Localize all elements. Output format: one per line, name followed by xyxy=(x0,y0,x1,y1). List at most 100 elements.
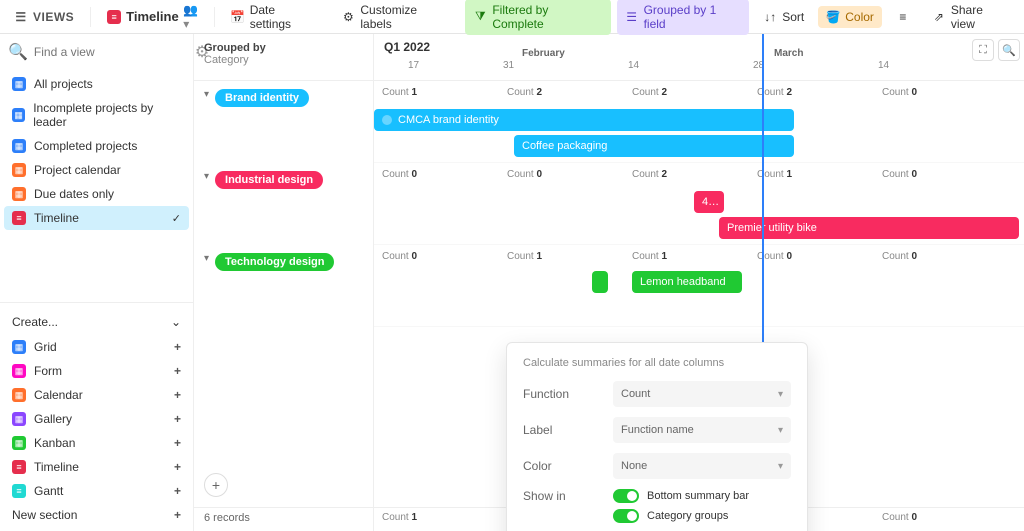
view-label: Project calendar xyxy=(34,163,121,177)
group-chip[interactable]: Technology design xyxy=(215,253,334,271)
create-calendar[interactable]: ▦Calendar+ xyxy=(4,383,189,407)
create-header[interactable]: Create... ⌄ xyxy=(4,309,189,335)
create-gantt[interactable]: ≡Gantt+ xyxy=(4,479,189,503)
color-label: Color xyxy=(845,10,874,24)
share-icon: ⇗ xyxy=(932,10,946,24)
view-item-completed[interactable]: ▦ Completed projects xyxy=(4,134,189,158)
create-timeline[interactable]: ≡Timeline+ xyxy=(4,455,189,479)
plus-icon: + xyxy=(174,484,181,498)
timeline-lane: Count 0Count 0Count 2Count 1Count 04…Pre… xyxy=(374,163,1024,245)
function-label: Function xyxy=(523,387,613,401)
views-label: VIEWS xyxy=(33,10,74,24)
count-cell: Count 1 xyxy=(374,87,499,98)
bar-label: CMCA brand identity xyxy=(398,114,499,126)
color-button[interactable]: 🪣 Color xyxy=(818,6,882,28)
timeline-bar[interactable]: Premier utility bike xyxy=(719,217,1019,239)
month-label: February xyxy=(522,48,565,59)
day-col: 28 xyxy=(749,60,874,71)
records-footer: 6 records xyxy=(194,507,373,531)
people-icon: 👥▾ xyxy=(184,10,198,24)
create-item-label: New section xyxy=(12,508,77,522)
sort-button[interactable]: ↓↑ Sort xyxy=(755,6,812,28)
count-cell: Count 1 xyxy=(624,251,749,262)
timeline-main: Q1 2022 February March 17 31 14 28 14 ⛶ … xyxy=(374,34,1024,531)
create-item-label: Timeline xyxy=(34,460,79,474)
grid-icon: ▦ xyxy=(12,139,26,153)
rows-icon: ≡ xyxy=(896,10,910,24)
search-button[interactable]: 🔍 xyxy=(998,39,1020,61)
find-view-input[interactable] xyxy=(34,45,189,59)
toggle-label: Category groups xyxy=(647,510,728,522)
timeline-icon: ≡ xyxy=(12,211,26,225)
function-select[interactable]: Count xyxy=(613,381,791,407)
filter-button[interactable]: ⧩ Filtered by Complete xyxy=(465,0,610,35)
create-item-label: Form xyxy=(34,364,62,378)
customize-labels-button[interactable]: ⚙ Customize labels xyxy=(333,0,459,35)
timeline-bar[interactable]: 4… xyxy=(694,191,724,213)
count-cell: Count 0 xyxy=(874,87,999,98)
group-chip[interactable]: Brand identity xyxy=(215,89,309,107)
timeline-bar[interactable]: CMCA brand identity xyxy=(374,109,794,131)
timeline-bar[interactable]: Coffee packaging xyxy=(514,135,794,157)
toggle-category-groups[interactable] xyxy=(613,509,639,523)
view-label: Completed projects xyxy=(34,139,137,153)
grid-icon: ▦ xyxy=(12,340,26,354)
row-height-button[interactable]: ≡ xyxy=(888,6,918,28)
create-item-label: Gallery xyxy=(34,412,72,426)
count-cell: Count 0 xyxy=(874,169,999,180)
view-item-calendar[interactable]: ▦Project calendar xyxy=(4,158,189,182)
create-item-label: Calendar xyxy=(34,388,83,402)
plus-icon: + xyxy=(174,508,181,522)
grouped-by-title: Grouped by xyxy=(204,42,363,54)
chevron-down-icon: ⌄ xyxy=(171,315,181,329)
create-kanban[interactable]: ▦Kanban+ xyxy=(4,431,189,455)
plus-icon: + xyxy=(174,460,181,474)
sidebar: 🔍 ⚙ ▦All projects ▦Incomplete projects b… xyxy=(0,34,194,531)
day-col: 14 xyxy=(874,60,999,71)
create-section: Create... ⌄ ▦Grid+ ▦Form+ ▦Calendar+ ▦Ga… xyxy=(0,302,193,531)
caret-icon[interactable]: ▾ xyxy=(204,89,209,100)
view-label: All projects xyxy=(34,77,93,91)
create-item-label: Grid xyxy=(34,340,57,354)
quarter-label: Q1 2022 xyxy=(384,40,430,54)
color-select[interactable]: None xyxy=(613,453,791,479)
view-item-due-dates[interactable]: ▦Due dates only xyxy=(4,182,189,206)
view-item-incomplete[interactable]: ▦Incomplete projects by leader xyxy=(4,96,189,134)
create-form[interactable]: ▦Form+ xyxy=(4,359,189,383)
group-button[interactable]: ☰ Grouped by 1 field xyxy=(617,0,750,35)
add-group-button[interactable]: + xyxy=(204,473,228,497)
date-settings-label: Date settings xyxy=(250,3,320,31)
toggle-bottom-summary[interactable] xyxy=(613,489,639,503)
timeline-icon: ≡ xyxy=(107,10,121,24)
caret-icon[interactable]: ▾ xyxy=(204,253,209,264)
caret-icon[interactable]: ▾ xyxy=(204,171,209,182)
create-gallery[interactable]: ▦Gallery+ xyxy=(4,407,189,431)
create-item-label: Kanban xyxy=(34,436,75,450)
expand-button[interactable]: ⛶ xyxy=(972,39,994,61)
timeline-bar[interactable]: Lemon headband xyxy=(632,271,742,293)
date-settings-button[interactable]: 📅 Date settings xyxy=(223,0,328,35)
share-view-button[interactable]: ⇗ Share view xyxy=(924,0,1018,35)
gallery-icon: ▦ xyxy=(12,412,26,426)
create-new-section[interactable]: New section + xyxy=(4,503,189,527)
bar-label: Premier utility bike xyxy=(727,222,817,234)
sort-label: Sort xyxy=(782,10,804,24)
day-row: 17 31 14 28 14 xyxy=(374,60,1024,71)
label-select[interactable]: Function name xyxy=(613,417,791,443)
view-item-timeline[interactable]: ≡Timeline✓ xyxy=(4,206,189,230)
sort-icon: ↓↑ xyxy=(763,10,777,24)
bar-label: Lemon headband xyxy=(640,276,726,288)
timeline-bar[interactable] xyxy=(592,271,608,293)
view-item-all-projects[interactable]: ▦All projects xyxy=(4,72,189,96)
group-icon: ☰ xyxy=(625,10,639,24)
bar-label: Coffee packaging xyxy=(522,140,607,152)
group-chip[interactable]: Industrial design xyxy=(215,171,323,189)
views-button[interactable]: ☰ VIEWS xyxy=(6,6,82,28)
bar-label: 4… xyxy=(702,196,719,208)
customize-label: Customize labels xyxy=(360,3,451,31)
view-title-button[interactable]: ≡ Timeline 👥▾ xyxy=(99,5,206,28)
count-cell: Count 1 xyxy=(749,169,874,180)
create-grid[interactable]: ▦Grid+ xyxy=(4,335,189,359)
timeline-lane: Count 0Count 1Count 1Count 0Count 0Lemon… xyxy=(374,245,1024,327)
plus-icon: + xyxy=(174,388,181,402)
